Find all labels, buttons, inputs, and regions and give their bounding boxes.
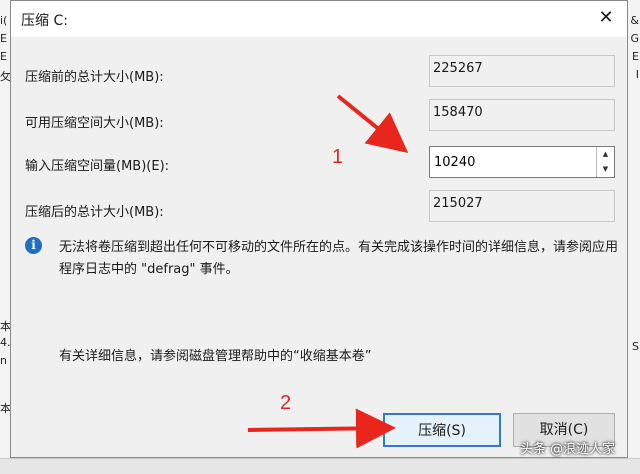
arrow-to-shrink-button	[247, 408, 396, 449]
watermark: 头条 @浪迹人家	[520, 442, 616, 457]
step-2-label: 2	[280, 392, 292, 414]
arrow-to-input	[336, 94, 409, 154]
step-1-label: 1	[332, 146, 344, 168]
annotation-arrows	[247, 94, 409, 449]
